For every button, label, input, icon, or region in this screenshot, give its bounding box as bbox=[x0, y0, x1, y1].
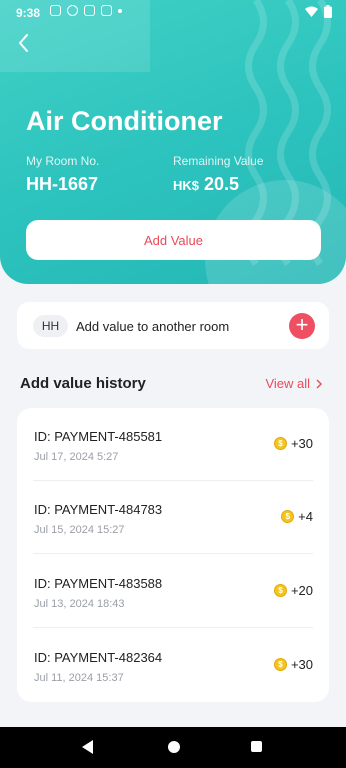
room-number-value: HH-1667 bbox=[26, 174, 99, 194]
add-to-another-room-card[interactable]: HH Add value to another room + bbox=[17, 302, 329, 349]
remaining-value: HK$ 20.5 bbox=[173, 174, 239, 195]
plus-icon[interactable]: + bbox=[289, 313, 315, 339]
view-all-link[interactable]: View all bbox=[265, 376, 322, 391]
payment-amount: $ +4 bbox=[281, 509, 313, 524]
history-item[interactable]: ID: PAYMENT-484783 Jul 15, 2024 15:27 $ … bbox=[17, 481, 329, 554]
coin-icon: $ bbox=[273, 584, 287, 597]
payment-amount: $ +20 bbox=[273, 583, 313, 598]
nav-home-icon[interactable] bbox=[168, 741, 180, 753]
divider bbox=[33, 553, 313, 554]
payment-id: ID: PAYMENT-485581 bbox=[34, 429, 163, 444]
chevron-right-icon bbox=[316, 379, 322, 388]
nav-back-icon[interactable] bbox=[82, 740, 93, 754]
wifi-icon bbox=[305, 6, 318, 17]
system-icons bbox=[305, 5, 332, 18]
settings-notification-icon bbox=[67, 5, 78, 16]
payment-date: Jul 11, 2024 15:37 bbox=[34, 672, 124, 684]
coin-icon: $ bbox=[273, 437, 287, 450]
history-item[interactable]: ID: PAYMENT-482364 Jul 11, 2024 15:37 $ … bbox=[17, 629, 329, 702]
system-nav-bar bbox=[0, 727, 346, 768]
status-bar: 9:38 bbox=[0, 0, 346, 26]
page-title: Air Conditioner bbox=[26, 106, 223, 136]
view-all-label: View all bbox=[265, 376, 310, 391]
currency-label: HK$ bbox=[173, 178, 200, 193]
payment-date: Jul 15, 2024 15:27 bbox=[34, 524, 125, 536]
payment-date: Jul 13, 2024 18:43 bbox=[34, 598, 125, 610]
add-to-another-room-label: Add value to another room bbox=[76, 319, 230, 334]
payment-id: ID: PAYMENT-484783 bbox=[34, 502, 163, 517]
add-value-button[interactable]: Add Value bbox=[26, 220, 321, 260]
history-title: Add value history bbox=[20, 375, 146, 392]
edit-notification-icon bbox=[101, 5, 112, 16]
payment-id: ID: PAYMENT-482364 bbox=[34, 650, 163, 665]
coin-icon: $ bbox=[281, 510, 295, 523]
battery-icon bbox=[324, 5, 332, 18]
nav-recents-icon[interactable] bbox=[251, 741, 262, 752]
remaining-value-label: Remaining Value bbox=[173, 154, 264, 168]
payment-date: Jul 17, 2024 5:27 bbox=[34, 451, 119, 463]
status-time: 9:38 bbox=[16, 6, 41, 20]
divider bbox=[33, 627, 313, 628]
amount-text: +30 bbox=[290, 657, 313, 672]
dot-icon bbox=[118, 8, 122, 13]
remaining-amount: 20.5 bbox=[204, 174, 240, 194]
amount-text: +4 bbox=[298, 509, 313, 524]
cloud-notification-icon bbox=[84, 5, 95, 16]
room-number-label: My Room No. bbox=[26, 154, 100, 168]
history-item[interactable]: ID: PAYMENT-483588 Jul 13, 2024 18:43 $ … bbox=[17, 555, 329, 628]
history-list: ID: PAYMENT-485581 Jul 17, 2024 5:27 $ +… bbox=[17, 408, 329, 702]
header-banner: 9:38 Air Conditioner My Room No. HH-1667… bbox=[0, 0, 346, 284]
history-item[interactable]: ID: PAYMENT-485581 Jul 17, 2024 5:27 $ +… bbox=[17, 408, 329, 481]
amount-text: +20 bbox=[290, 583, 313, 598]
payment-amount: $ +30 bbox=[273, 436, 313, 451]
room-prefix-chip: HH bbox=[33, 315, 68, 337]
app-notification-icon bbox=[50, 5, 61, 16]
notification-icons bbox=[50, 5, 122, 16]
amount-text: +30 bbox=[290, 436, 313, 451]
coin-icon: $ bbox=[273, 658, 287, 671]
back-arrow-icon[interactable] bbox=[14, 30, 36, 56]
payment-id: ID: PAYMENT-483588 bbox=[34, 576, 163, 591]
payment-amount: $ +30 bbox=[273, 657, 313, 672]
